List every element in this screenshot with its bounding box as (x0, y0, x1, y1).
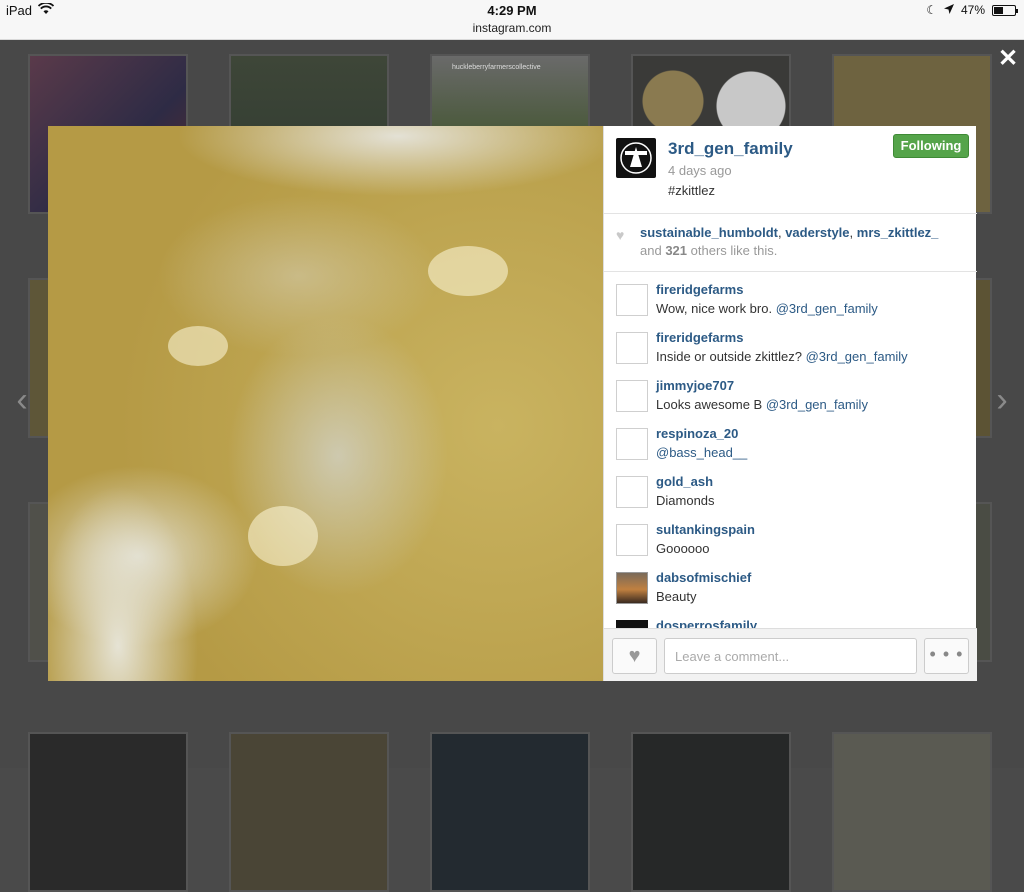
post-time-ago: 4 days ago (668, 163, 732, 178)
post-photo[interactable] (48, 126, 603, 681)
likes-suffix: others like this. (690, 243, 778, 258)
moon-icon: ☾ (926, 3, 937, 17)
liker-link[interactable]: mrs_zkittlez_ (857, 225, 939, 240)
comment-body: Beauty (656, 589, 697, 604)
tile-caption: huckleberryfarmerscollective (452, 64, 541, 71)
liker-link[interactable]: sustainable_humboldt (640, 225, 778, 240)
likes-count[interactable]: 321 (665, 243, 687, 258)
photo-highlight (248, 506, 318, 566)
comment-username[interactable]: gold_ash (656, 474, 713, 489)
comment-username[interactable]: fireridgefarms (656, 282, 743, 297)
post-username[interactable]: 3rd_gen_family (668, 139, 793, 159)
battery-icon (992, 4, 1018, 16)
avatar[interactable] (616, 380, 648, 412)
background-tile[interactable] (229, 732, 389, 892)
status-right: ☾ 47% (926, 3, 1018, 17)
photo-highlight (428, 246, 508, 296)
comment-body: Inside or outside zkittlez? (656, 349, 802, 364)
avatar[interactable] (616, 572, 648, 604)
comment-text: Inside or outside zkittlez? @3rd_gen_fam… (656, 349, 908, 364)
avatar[interactable] (616, 524, 648, 556)
comment-text: Looks awesome B @3rd_gen_family (656, 397, 868, 412)
comment-body: Wow, nice work bro. (656, 301, 773, 316)
comment-item: sultankingspain Goooooo (604, 512, 977, 560)
background-tile[interactable] (631, 732, 791, 892)
photo-highlight (168, 326, 228, 366)
avatar[interactable] (616, 476, 648, 508)
location-arrow-icon (943, 3, 954, 17)
address-url[interactable]: instagram.com (0, 21, 1024, 35)
avatar[interactable] (616, 428, 648, 460)
following-button[interactable]: Following (893, 134, 969, 158)
status-time: 4:29 PM (487, 3, 537, 18)
comment-username[interactable]: jimmyjoe707 (656, 378, 734, 393)
chevron-right-icon[interactable]: › (990, 383, 1014, 417)
comment-item: dabsofmischief Beauty (604, 560, 977, 608)
post-caption[interactable]: #zkittlez (668, 183, 715, 198)
battery-percent: 47% (960, 3, 985, 17)
comment-item: fireridgefarms Wow, nice work bro. @3rd_… (604, 272, 977, 320)
comment-body: Diamonds (656, 493, 715, 508)
comment-username[interactable]: respinoza_20 (656, 426, 738, 441)
comment-input[interactable] (664, 638, 917, 674)
comment-mention[interactable]: @3rd_gen_family (766, 397, 868, 412)
comment-mention[interactable]: @bass_head__ (656, 445, 747, 460)
close-icon[interactable]: ✕ (996, 47, 1020, 72)
comment-text: Wow, nice work bro. @3rd_gen_family (656, 301, 878, 316)
comment-item: gold_ash Diamonds (604, 464, 977, 512)
likes-count-text: and 321 others like this. (640, 243, 777, 258)
battery-level (994, 6, 1004, 14)
comments-list[interactable]: fireridgefarms Wow, nice work bro. @3rd_… (604, 272, 977, 628)
liker-link[interactable]: vaderstyle (785, 225, 849, 240)
comment-item: dosperrosfamily (604, 608, 977, 628)
comment-mention[interactable]: @3rd_gen_family (806, 349, 908, 364)
comment-footer: ♥ • • • (604, 628, 977, 681)
like-button[interactable]: ♥ (612, 638, 657, 674)
post-header: 3rd_gen_family 4 days ago #zkittlez Foll… (604, 126, 977, 214)
comment-body: Looks awesome B (656, 397, 763, 412)
heart-icon: ♥ (616, 227, 625, 243)
avatar[interactable] (616, 620, 648, 628)
comment-item: respinoza_20 @bass_head__ (604, 416, 977, 464)
chevron-left-icon[interactable]: ‹ (10, 383, 34, 417)
avatar[interactable] (616, 332, 648, 364)
comment-username[interactable]: dosperrosfamily (656, 618, 757, 628)
comment-text: @bass_head__ (656, 445, 747, 460)
avatar[interactable] (616, 284, 648, 316)
more-options-button[interactable]: • • • (924, 638, 969, 674)
comment-mention[interactable]: @3rd_gen_family (776, 301, 878, 316)
comment-item: jimmyjoe707 Looks awesome B @3rd_gen_fam… (604, 368, 977, 416)
background-tile[interactable] (28, 732, 188, 892)
background-tile[interactable] (430, 732, 590, 892)
heart-icon: ♥ (628, 645, 641, 667)
status-bar: iPad 4:29 PM instagram.com ☾ 47% (0, 0, 1024, 40)
comment-username[interactable]: sultankingspain (656, 522, 755, 537)
post-sidebar: 3rd_gen_family 4 days ago #zkittlez Foll… (603, 126, 977, 681)
likes-prefix: and (640, 243, 662, 258)
comment-item: fireridgefarms Inside or outside zkittle… (604, 320, 977, 368)
background-tile[interactable] (832, 732, 992, 892)
comment-username[interactable]: fireridgefarms (656, 330, 743, 345)
comment-username[interactable]: dabsofmischief (656, 570, 751, 585)
avatar[interactable] (616, 138, 656, 178)
comment-body: Goooooo (656, 541, 710, 556)
likes-section: ♥ sustainable_humboldt, vaderstyle, mrs_… (604, 214, 977, 272)
post-modal: 3rd_gen_family 4 days ago #zkittlez Foll… (48, 126, 977, 681)
likers-list: sustainable_humboldt, vaderstyle, mrs_zk… (640, 225, 939, 240)
